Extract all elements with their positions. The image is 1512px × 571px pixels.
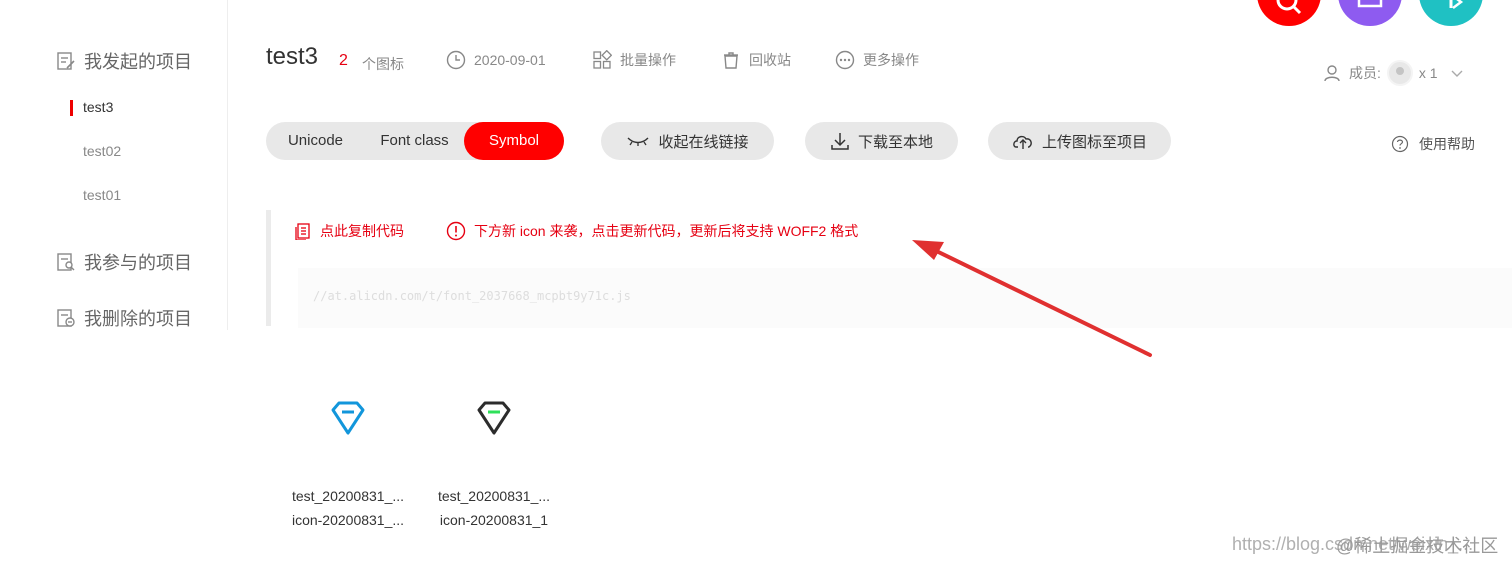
project-edit-icon: [57, 52, 75, 70]
alert-icon: [446, 221, 466, 241]
recycle-button[interactable]: 回收站: [721, 50, 791, 70]
upload-label: 上传图标至项目: [1041, 133, 1147, 151]
code-format-tabs: Unicode Font class Symbol: [266, 122, 564, 160]
chevron-down-icon[interactable]: [1450, 66, 1464, 80]
batch-button[interactable]: 批量操作: [592, 50, 676, 70]
upload-icon-button[interactable]: 上传图标至项目: [988, 122, 1171, 160]
members-label: 成员:: [1349, 65, 1381, 81]
sidebar-group-label: 我参与的项目: [84, 253, 192, 273]
page: 我发起的项目 test3 test02 test01 我参与的项目 我删除的项目…: [0, 0, 1512, 571]
copy-code-link[interactable]: 点此复制代码: [294, 221, 404, 241]
share-fab[interactable]: [1419, 0, 1483, 26]
copy-icon: [295, 223, 310, 240]
sidebar-group-deleted[interactable]: 我删除的项目: [56, 305, 192, 331]
icon-code: icon-20200831_1: [439, 512, 549, 528]
update-code-link[interactable]: 下方新 icon 来袭，点击更新代码，更新后将支持 WOFF2 格式: [446, 221, 858, 241]
update-notice: 下方新 icon 来袭，点击更新代码，更新后将支持 WOFF2 格式: [474, 223, 859, 239]
code-url[interactable]: //at.alicdn.com/t/font_2037668_mcpbt9y71…: [313, 289, 631, 303]
icon-card[interactable]: test_20200831_... icon-20200831_1: [429, 400, 559, 528]
download-icon: [831, 133, 849, 150]
icon-count: 2: [339, 52, 348, 69]
question-icon: [1391, 135, 1409, 153]
tab-font-class[interactable]: Font class: [365, 122, 464, 160]
date-info: 2020-09-01: [446, 50, 546, 70]
trash-icon: [724, 52, 738, 69]
sidebar-group-mine[interactable]: 我发起的项目: [56, 48, 192, 74]
icon-count-unit: 个图标: [362, 56, 404, 72]
icon-code: icon-20200831_...: [291, 512, 405, 528]
members-icon: [1324, 65, 1340, 82]
diamond-icon: [331, 401, 365, 435]
help-label: 使用帮助: [1419, 136, 1475, 152]
members-info[interactable]: 成员: x 1: [1323, 60, 1464, 86]
sidebar-group-label: 我删除的项目: [84, 309, 192, 329]
annotation-arrow: [912, 240, 1152, 357]
project-title: test3: [266, 43, 319, 70]
cloud-upload-icon: [1013, 135, 1032, 149]
help-link[interactable]: 使用帮助: [1391, 134, 1475, 154]
sidebar-item-test01[interactable]: test01: [83, 187, 121, 203]
sidebar-group-label: 我发起的项目: [84, 52, 192, 72]
sidebar-item-test02[interactable]: test02: [83, 143, 121, 159]
recycle-label: 回收站: [749, 52, 791, 68]
project-delete-icon: [57, 309, 75, 327]
watermark-brand: @稀土掘金技术社区: [1336, 536, 1499, 556]
project-search-icon: [57, 253, 75, 271]
download-button[interactable]: 下载至本地: [805, 122, 958, 160]
grid-icon: [593, 50, 612, 69]
more-button[interactable]: 更多操作: [835, 50, 919, 70]
tab-unicode[interactable]: Unicode: [266, 122, 365, 160]
eye-closed-icon: [627, 137, 649, 146]
icon-name: test_20200831_...: [437, 488, 551, 504]
download-label: 下载至本地: [857, 133, 933, 151]
upload-fab[interactable]: [1338, 0, 1402, 26]
diamond-icon: [477, 401, 511, 435]
icon-card[interactable]: test_20200831_... icon-20200831_...: [283, 400, 413, 528]
sidebar-item-test3[interactable]: test3: [83, 99, 113, 115]
members-count: x 1: [1418, 65, 1438, 81]
icon-name: test_20200831_...: [291, 488, 405, 504]
batch-label: 批量操作: [620, 52, 676, 68]
date-text: 2020-09-01: [474, 52, 546, 68]
more-label: 更多操作: [863, 52, 919, 68]
copy-code-label: 点此复制代码: [320, 223, 404, 239]
project-sidebar: 我发起的项目 test3 test02 test01 我参与的项目 我删除的项目: [0, 0, 228, 330]
search-fab[interactable]: [1257, 0, 1321, 26]
more-dots-icon: [835, 50, 855, 70]
collapse-link-label: 收起在线链接: [658, 133, 749, 151]
sidebar-group-joined[interactable]: 我参与的项目: [56, 249, 192, 275]
clock-icon: [446, 50, 466, 70]
active-marker: [70, 100, 73, 116]
collapse-link-button[interactable]: 收起在线链接: [601, 122, 774, 160]
avatar: [1386, 60, 1413, 86]
tab-symbol[interactable]: Symbol: [464, 122, 564, 160]
